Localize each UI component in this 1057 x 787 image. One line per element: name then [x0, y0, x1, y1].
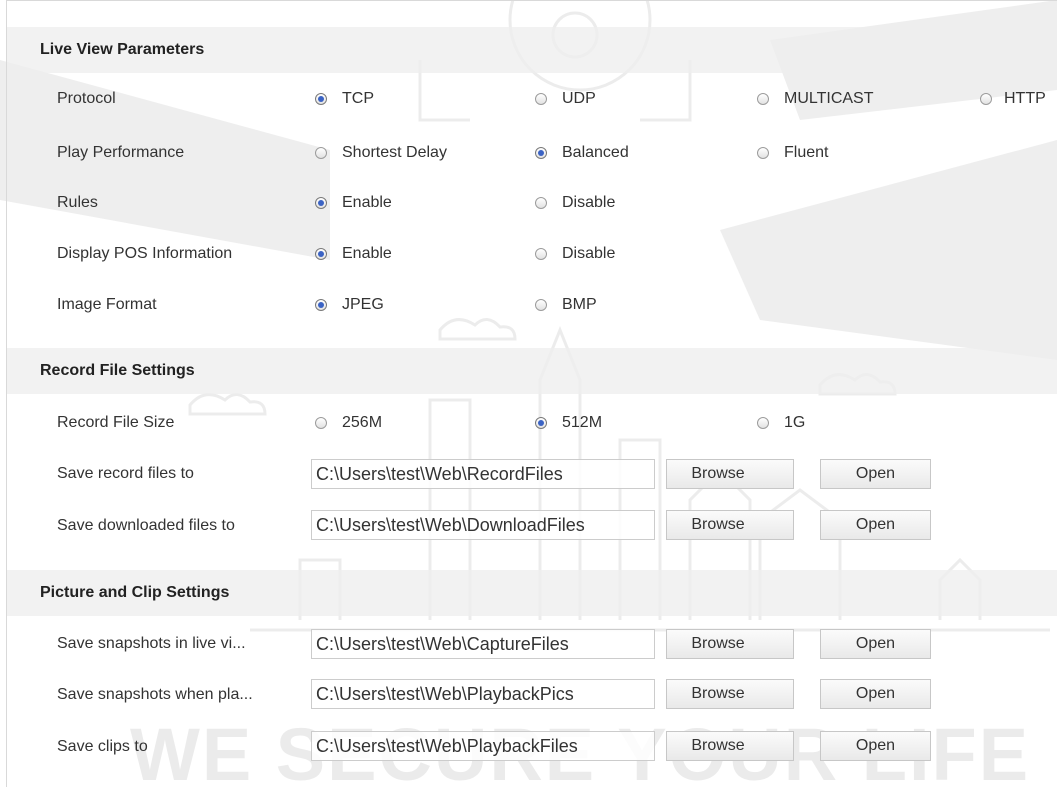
option-label: JPEG — [342, 296, 384, 313]
radio-icon[interactable] — [757, 147, 769, 159]
pos-info-label: Display POS Information — [57, 245, 233, 262]
settings-panel: Live View Parameters Protocol TCP UDP MU… — [0, 0, 1057, 787]
option-label: Shortest Delay — [342, 144, 447, 161]
clips-path-field[interactable] — [311, 731, 655, 761]
snap-live-label: Save snapshots in live vi... — [57, 635, 246, 652]
option-label: Fluent — [784, 144, 829, 161]
option-label: HTTP — [1004, 90, 1046, 107]
radio-selected-icon[interactable] — [315, 248, 327, 260]
radio-selected-icon[interactable] — [315, 299, 327, 311]
capture-path-field[interactable] — [311, 629, 655, 659]
radio-icon[interactable] — [535, 248, 547, 260]
option-label: MULTICAST — [784, 90, 874, 107]
option-label: Disable — [562, 245, 616, 262]
record-path-field[interactable] — [311, 459, 655, 489]
option-label: 512M — [562, 414, 603, 431]
radio-selected-icon[interactable] — [315, 197, 327, 209]
option-label: 1G — [784, 414, 806, 431]
radio-icon[interactable] — [757, 93, 769, 105]
radio-icon[interactable] — [535, 93, 547, 105]
radio-selected-icon[interactable] — [315, 93, 327, 105]
download-path-field[interactable] — [311, 510, 655, 540]
option-label: Enable — [342, 245, 392, 262]
radio-icon[interactable] — [535, 299, 547, 311]
capture-open-button[interactable]: Open — [820, 629, 931, 659]
save-downloaded-label: Save downloaded files to — [57, 517, 235, 534]
option-label: TCP — [342, 90, 374, 107]
save-clips-label: Save clips to — [57, 738, 148, 755]
clips-open-button[interactable]: Open — [820, 731, 931, 761]
record-file-size-label: Record File Size — [57, 414, 175, 431]
radio-icon[interactable] — [315, 417, 327, 429]
section-record-file: Record File Settings — [7, 348, 1057, 394]
option-label: Enable — [342, 194, 392, 211]
radio-icon[interactable] — [315, 147, 327, 159]
radio-icon[interactable] — [757, 417, 769, 429]
option-label: UDP — [562, 90, 596, 107]
save-record-label: Save record files to — [57, 465, 194, 482]
image-format-label: Image Format — [57, 296, 157, 313]
playback-pics-open-button[interactable]: Open — [820, 679, 931, 709]
option-label: Disable — [562, 194, 616, 211]
snap-playback-label: Save snapshots when pla... — [57, 686, 253, 703]
radio-icon[interactable] — [980, 93, 992, 105]
download-open-button[interactable]: Open — [820, 510, 931, 540]
radio-selected-icon[interactable] — [535, 417, 547, 429]
capture-browse-button[interactable]: Browse — [666, 629, 794, 659]
section-title-picture-clip: Picture and Clip Settings — [40, 584, 230, 601]
record-browse-button[interactable]: Browse — [666, 459, 794, 489]
panel-top-border — [6, 0, 1057, 1]
option-label: BMP — [562, 296, 597, 313]
play-performance-label: Play Performance — [57, 144, 185, 161]
radio-selected-icon[interactable] — [535, 147, 547, 159]
rules-label: Rules — [57, 194, 98, 211]
section-live-view: Live View Parameters — [7, 27, 1057, 73]
radio-icon[interactable] — [535, 197, 547, 209]
playback-pics-browse-button[interactable]: Browse — [666, 679, 794, 709]
download-browse-button[interactable]: Browse — [666, 510, 794, 540]
section-title-live-view: Live View Parameters — [40, 41, 205, 58]
section-picture-clip: Picture and Clip Settings — [7, 570, 1057, 616]
option-label: Balanced — [562, 144, 629, 161]
option-label: 256M — [342, 414, 383, 431]
playback-pics-path-field[interactable] — [311, 679, 655, 709]
record-open-button[interactable]: Open — [820, 459, 931, 489]
section-title-record-file: Record File Settings — [40, 362, 195, 379]
protocol-label: Protocol — [57, 90, 116, 107]
clips-browse-button[interactable]: Browse — [666, 731, 794, 761]
